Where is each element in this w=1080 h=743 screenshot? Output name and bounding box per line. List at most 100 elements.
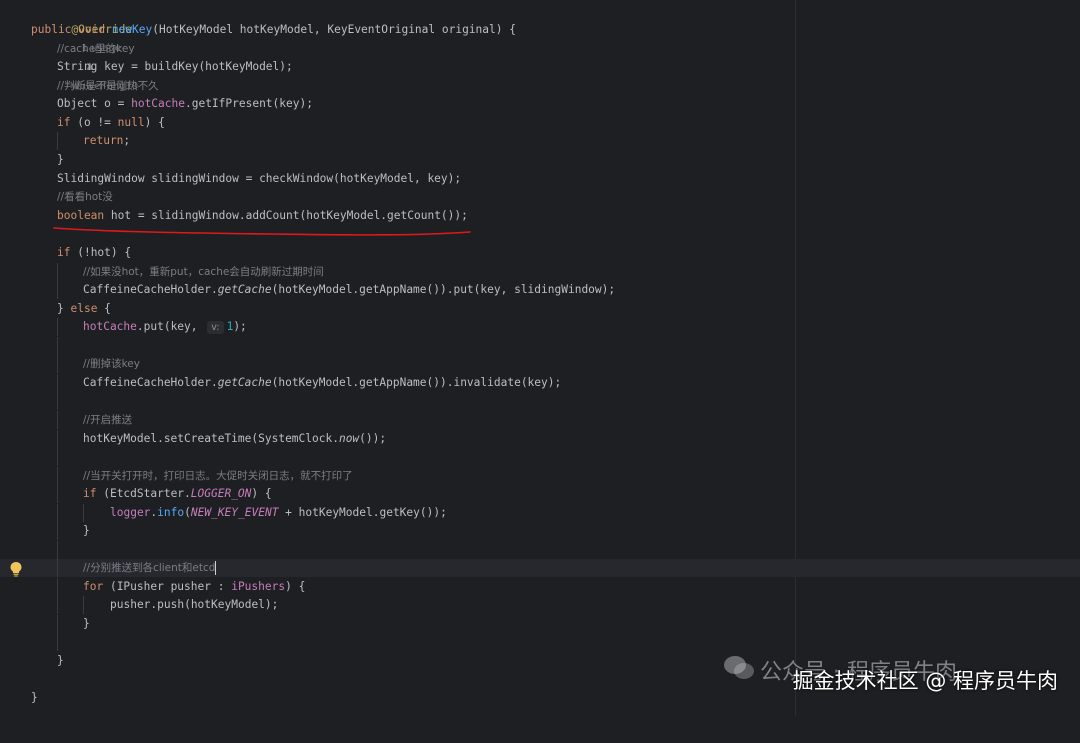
code-line-30[interactable]	[0, 541, 1080, 559]
code-line-33[interactable]: pusher.push(hotKeyModel);	[0, 596, 1080, 614]
indent-guide	[57, 392, 58, 410]
statement-part: ) {	[251, 487, 272, 500]
statement-part: (!hot) {	[70, 246, 132, 259]
brace: }	[57, 654, 64, 667]
indent-guide	[57, 430, 58, 448]
code-line-5[interactable]: //判断是不是刚热不久	[0, 77, 1080, 95]
statement: SlidingWindow slidingWindow = checkWindo…	[57, 172, 462, 185]
parameter-hint: v:	[207, 321, 224, 334]
statement-part: Object o =	[57, 97, 132, 110]
comment: //删掉该key	[83, 358, 140, 370]
code-line-15[interactable]: //如果没hot，重新put，cache会自动刷新过期时间	[0, 263, 1080, 281]
indent-guide	[57, 485, 58, 503]
text-caret	[215, 561, 217, 575]
code-line-17[interactable]: } else {	[0, 300, 1080, 318]
code-line-21[interactable]: CaffeineCacheHolder.getCache(hotKeyModel…	[0, 374, 1080, 392]
code-line-31-current[interactable]: //分别推送到各client和etcd	[0, 559, 1080, 577]
indent-guide	[57, 281, 58, 299]
code-line-28[interactable]: logger.info(NEW_KEY_EVENT + hotKeyModel.…	[0, 504, 1080, 522]
statement-part: + hotKeyModel.getKey());	[278, 506, 447, 519]
code-line-8[interactable]: return;	[0, 132, 1080, 150]
indent-guide	[57, 522, 58, 540]
code-line-2[interactable]: public void newKey(HotKeyModel hotKeyMod…	[0, 21, 1080, 39]
statement-part: ) {	[285, 580, 306, 593]
statement-part: hotKeyModel.setCreateTime(SystemClock.	[83, 432, 339, 445]
indent-guide	[57, 263, 58, 281]
statement-part: ) {	[144, 116, 165, 129]
intention-bulb-icon[interactable]	[9, 561, 23, 577]
code-line-34[interactable]: }	[0, 615, 1080, 633]
code-line-4[interactable]: String key = buildKey(hotKeyModel);	[0, 58, 1080, 76]
code-line-18[interactable]: hotCache.put(key, v: 1);	[0, 318, 1080, 336]
code-line-27[interactable]: if (EtcdStarter.LOGGER_ON) {	[0, 485, 1080, 503]
code-line-22[interactable]	[0, 392, 1080, 410]
comment: //如果没hot，重新put，cache会自动刷新过期时间	[83, 266, 324, 278]
code-line-26[interactable]: //当开关打开时，打印日志。大促时关闭日志，就不打印了	[0, 467, 1080, 485]
code-line-19[interactable]	[0, 337, 1080, 355]
indent-guide	[57, 318, 58, 336]
code-line-14[interactable]: if (!hot) {	[0, 244, 1080, 262]
comment: //判断是不是刚热不久	[57, 80, 159, 92]
keyword: if	[57, 116, 71, 129]
indent-guide	[57, 559, 58, 577]
static-field: LOGGER_ON	[190, 487, 252, 500]
keyword: if	[57, 246, 71, 259]
statement-part: (hotKeyModel.getAppName()).invalidate(ke…	[271, 376, 562, 389]
code-line-1[interactable]: @Override 1 usage ♟ wuweifeng10	[0, 3, 1080, 92]
statement-part: (o !=	[70, 116, 118, 129]
keyword: else	[70, 302, 98, 315]
indent-guide	[83, 596, 84, 614]
indent-guide	[57, 633, 58, 651]
indent-guide	[57, 615, 58, 633]
brace: }	[31, 691, 38, 704]
statement-part: .getIfPresent(key);	[184, 97, 313, 110]
comment: //cache里的key	[57, 43, 135, 55]
brace: }	[83, 617, 90, 630]
statement-part: .put(key,	[136, 320, 205, 333]
code-line-16[interactable]: CaffeineCacheHolder.getCache(hotKeyModel…	[0, 281, 1080, 299]
method-call: info	[157, 506, 185, 519]
code-line-24[interactable]: hotKeyModel.setCreateTime(SystemClock.no…	[0, 430, 1080, 448]
code-editor[interactable]: @Override 1 usage ♟ wuweifeng10 public v…	[0, 0, 1080, 716]
code-line-11[interactable]: //看看hot没	[0, 188, 1080, 206]
statement-part: }	[57, 302, 71, 315]
keyword: return	[83, 134, 124, 147]
code-line-32[interactable]: for (IPusher pusher : iPushers) {	[0, 578, 1080, 596]
statement-part: );	[233, 320, 247, 333]
code-line-35[interactable]	[0, 633, 1080, 651]
indent-guide	[57, 374, 58, 392]
indent-guide	[57, 448, 58, 466]
indent-guide	[57, 541, 58, 559]
statement-part: (IPusher pusher :	[103, 580, 232, 593]
comment: //看看hot没	[57, 191, 113, 203]
code-line-12[interactable]: boolean hot = slidingWindow.addCount(hot…	[0, 207, 1080, 225]
code-line-9[interactable]: }	[0, 151, 1080, 169]
statement-part: (	[184, 506, 191, 519]
method-name: newKey	[111, 23, 153, 36]
indent-guide	[57, 411, 58, 429]
brace: }	[57, 153, 64, 166]
wechat-icon	[724, 656, 754, 679]
statement: pusher.push(hotKeyModel);	[110, 598, 279, 611]
statement-part: CaffeineCacheHolder.	[83, 376, 218, 389]
code-line-25[interactable]	[0, 448, 1080, 466]
method-signature: (HotKeyModel hotKeyModel, KeyEventOrigin…	[152, 23, 516, 36]
field-ref: iPushers	[231, 580, 286, 593]
code-line-10[interactable]: SlidingWindow slidingWindow = checkWindo…	[0, 170, 1080, 188]
keyword: for	[83, 580, 104, 593]
indent-guide	[57, 596, 58, 614]
static-method: getCache	[217, 283, 272, 296]
indent-guide	[57, 504, 58, 522]
code-line-7[interactable]: if (o != null) {	[0, 114, 1080, 132]
statement-part: ());	[359, 432, 387, 445]
code-line-6[interactable]: Object o = hotCache.getIfPresent(key);	[0, 95, 1080, 113]
code-line-23[interactable]: //开启推送	[0, 411, 1080, 429]
code-line-3[interactable]: //cache里的key	[0, 40, 1080, 58]
comment: //当开关打开时，打印日志。大促时关闭日志，就不打印了	[83, 470, 353, 482]
keyword: if	[83, 487, 97, 500]
field-ref: hotCache	[131, 97, 185, 110]
indent-guide	[57, 578, 58, 596]
code-line-20[interactable]: //删掉该key	[0, 355, 1080, 373]
keyword: public void	[31, 23, 112, 36]
code-line-29[interactable]: }	[0, 522, 1080, 540]
